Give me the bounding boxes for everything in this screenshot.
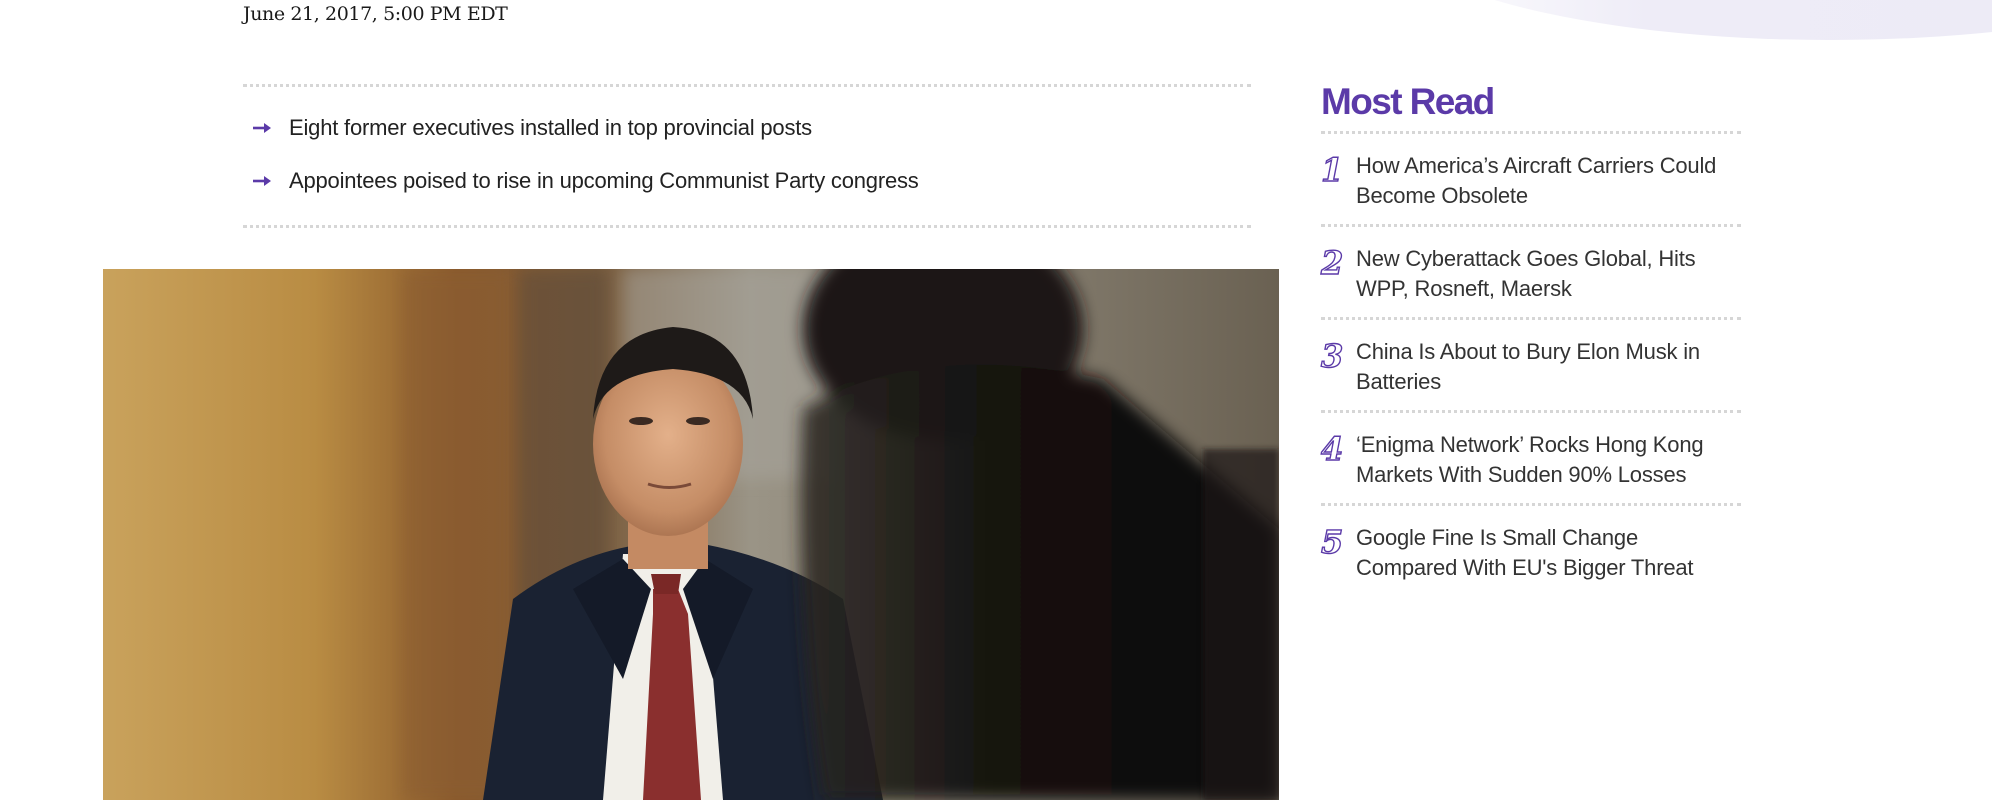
most-read-headline-link[interactable]: China Is About to Bury Elon Musk in Batt… xyxy=(1356,337,1741,397)
rank-number: 2 xyxy=(1320,244,1344,282)
summary-item: Eight former executives installed in top… xyxy=(243,113,812,143)
most-read-item[interactable]: 2 New Cyberattack Goes Global, Hits WPP,… xyxy=(1320,224,1741,317)
summary-item-text: Appointees poised to rise in upcoming Co… xyxy=(289,168,919,193)
most-read-item[interactable]: 3 China Is About to Bury Elon Musk in Ba… xyxy=(1320,317,1741,410)
summary-item-text: Eight former executives installed in top… xyxy=(289,115,812,140)
most-read-headline-link[interactable]: Google Fine Is Small Change Compared Wit… xyxy=(1356,523,1741,583)
most-read-headline-link[interactable]: How America’s Aircraft Carriers Could Be… xyxy=(1356,151,1741,211)
rank-number: 5 xyxy=(1320,523,1344,561)
rank-number: 4 xyxy=(1320,430,1344,468)
article-hero-image[interactable] xyxy=(103,269,1279,800)
most-read-title: Most Read xyxy=(1321,81,1495,122)
article-page: June 21, 2017, 5:00 PM EDT Eight former … xyxy=(0,0,1992,800)
most-read-item[interactable]: 4 ‘Enigma Network’ Rocks Hong Kong Marke… xyxy=(1320,410,1741,503)
most-read-module: Most Read 1 How America’s Aircraft Carri… xyxy=(1320,78,1741,596)
most-read-headline-link[interactable]: New Cyberattack Goes Global, Hits WPP, R… xyxy=(1356,244,1741,304)
article-dateline: June 21, 2017, 5:00 PM EDT xyxy=(243,3,508,25)
most-read-headline-link[interactable]: ‘Enigma Network’ Rocks Hong Kong Markets… xyxy=(1356,430,1741,490)
arrow-right-icon xyxy=(252,118,272,138)
article-summary: Eight former executives installed in top… xyxy=(243,84,1251,228)
rank-number: 1 xyxy=(1320,151,1344,189)
header-decoration xyxy=(1380,0,1992,40)
most-read-item[interactable]: 1 How America’s Aircraft Carriers Could … xyxy=(1320,131,1741,224)
arrow-right-icon xyxy=(252,171,272,191)
summary-item: Appointees poised to rise in upcoming Co… xyxy=(243,166,919,196)
rank-number: 3 xyxy=(1320,337,1344,375)
most-read-item[interactable]: 5 Google Fine Is Small Change Compared W… xyxy=(1320,503,1741,596)
